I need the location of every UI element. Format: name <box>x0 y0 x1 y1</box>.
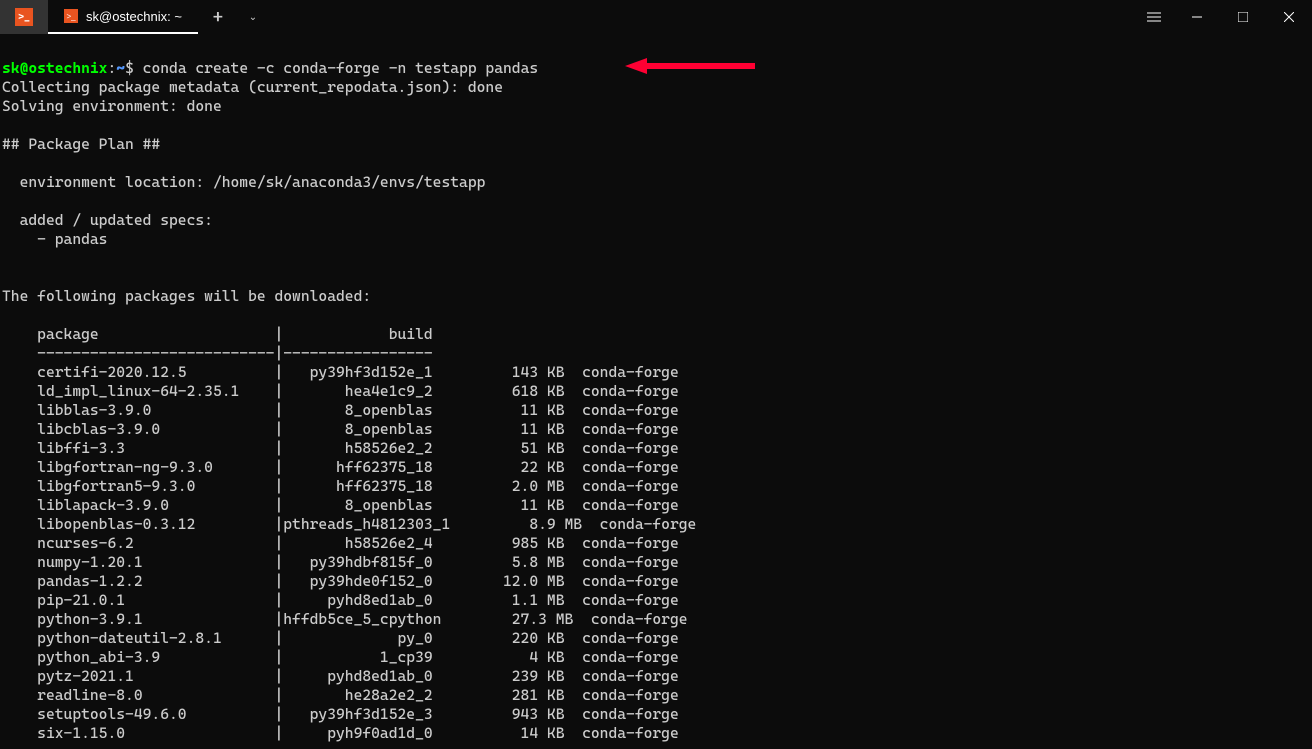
package-row: ld_impl_linux-64-2.35.1 | hea4e1c9_2 618… <box>2 382 679 400</box>
package-row: libblas-3.9.0 | 8_openblas 11 KB conda-f… <box>2 401 679 419</box>
package-row: python-3.9.1 |hffdb5ce_5_cpython 27.3 MB… <box>2 610 688 628</box>
command-text: conda create -c conda-forge -n testapp p… <box>143 59 539 77</box>
package-row: liblapack-3.9.0 | 8_openblas 11 KB conda… <box>2 496 679 514</box>
package-row: six-1.15.0 | pyh9f0ad1d_0 14 KB conda-fo… <box>2 724 679 742</box>
col-divider: ---------------------------|------------… <box>2 344 433 362</box>
prompt-user: sk@ostechnix <box>2 59 107 77</box>
prompt-path: ~ <box>116 59 125 77</box>
package-row: pytz-2021.1 | pyhd8ed1ab_0 239 KB conda-… <box>2 667 679 685</box>
output-line-1: Collecting package metadata (current_rep… <box>2 78 503 96</box>
download-header: The following packages will be downloade… <box>2 287 371 305</box>
tab-active[interactable]: >_ sk@ostechnix: ~ <box>48 0 198 34</box>
close-icon <box>1284 12 1294 22</box>
titlebar: >_ >_ sk@ostechnix: ~ + ⌄ <box>0 0 1312 34</box>
package-row: numpy-1.20.1 | py39hdbf815f_0 5.8 MB con… <box>2 553 679 571</box>
tab-dropdown-button[interactable]: ⌄ <box>238 0 268 34</box>
prompt-separator: : <box>107 59 116 77</box>
window-controls <box>1134 0 1312 34</box>
package-row: ncurses-6.2 | h58526e2_4 985 KB conda-fo… <box>2 534 679 552</box>
package-row: python_abi-3.9 | 1_cp39 4 KB conda-forge <box>2 648 679 666</box>
package-row: pip-21.0.1 | pyhd8ed1ab_0 1.1 MB conda-f… <box>2 591 679 609</box>
env-location: environment location: /home/sk/anaconda3… <box>2 173 485 191</box>
tab-terminal-icon: >_ <box>64 9 78 23</box>
output-line-2: Solving environment: done <box>2 97 222 115</box>
minimize-button[interactable] <box>1174 0 1220 34</box>
package-row: libgfortran5-9.3.0 | hff62375_18 2.0 MB … <box>2 477 679 495</box>
terminal-icon: >_ <box>15 8 33 26</box>
package-row: setuptools-49.6.0 | py39hf3d152e_3 943 K… <box>2 705 679 723</box>
chevron-down-icon: ⌄ <box>249 12 257 23</box>
tabs-container: >_ >_ sk@ostechnix: ~ + ⌄ <box>0 0 268 34</box>
maximize-icon <box>1238 12 1248 22</box>
package-row: python-dateutil-2.8.1 | py_0 220 KB cond… <box>2 629 679 647</box>
prompt-symbol: $ <box>125 59 134 77</box>
added-specs-label: added / updated specs: <box>2 211 213 229</box>
app-icon-tab[interactable]: >_ <box>0 0 48 34</box>
spec-item: - pandas <box>2 230 107 248</box>
maximize-button[interactable] <box>1220 0 1266 34</box>
terminal-content[interactable]: sk@ostechnix:~$ conda create -c conda-fo… <box>0 34 1312 749</box>
package-row: pandas-1.2.2 | py39hde0f152_0 12.0 MB co… <box>2 572 679 590</box>
prompt-line: sk@ostechnix:~$ conda create -c conda-fo… <box>2 59 538 77</box>
package-row: libopenblas-0.3.12 |pthreads_h4812303_1 … <box>2 515 696 533</box>
new-tab-button[interactable]: + <box>198 0 238 34</box>
close-button[interactable] <box>1266 0 1312 34</box>
plus-icon: + <box>213 7 224 28</box>
hamburger-icon <box>1147 12 1161 22</box>
minimize-icon <box>1192 12 1202 22</box>
menu-button[interactable] <box>1134 0 1174 34</box>
package-row: libffi-3.3 | h58526e2_2 51 KB conda-forg… <box>2 439 679 457</box>
package-row: libgfortran-ng-9.3.0 | hff62375_18 22 KB… <box>2 458 679 476</box>
tab-title: sk@ostechnix: ~ <box>86 9 182 24</box>
package-row: libcblas-3.9.0 | 8_openblas 11 KB conda-… <box>2 420 679 438</box>
package-row: certifi-2020.12.5 | py39hf3d152e_1 143 K… <box>2 363 679 381</box>
package-row: readline-8.0 | he28a2e2_2 281 KB conda-f… <box>2 686 679 704</box>
col-package-header: package | build <box>2 325 433 343</box>
section-header: ## Package Plan ## <box>2 135 160 153</box>
